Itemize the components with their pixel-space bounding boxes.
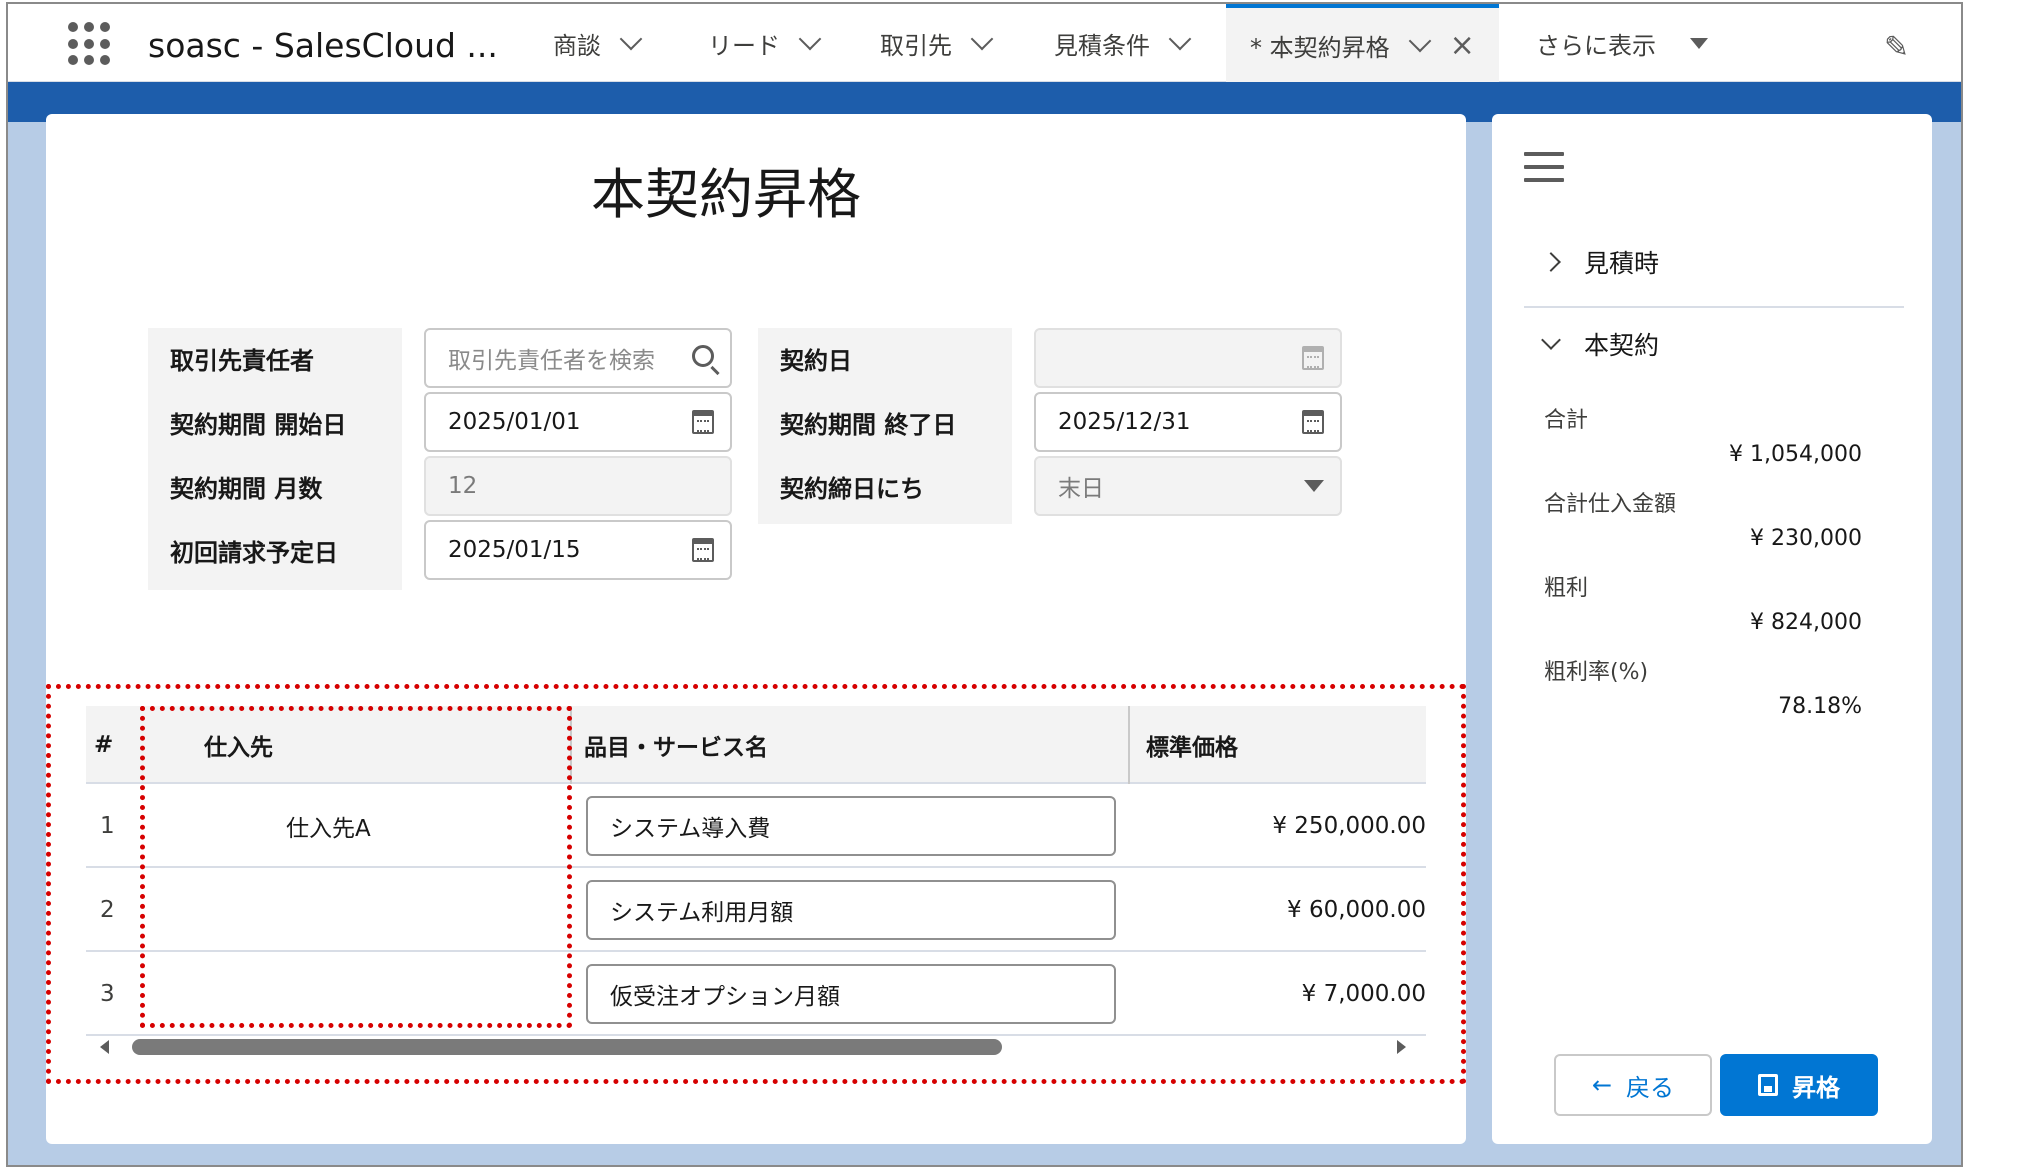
pencil-icon[interactable]: ✎ [1884, 30, 1909, 65]
months-value: 12 [448, 473, 478, 499]
tab-label: さらに表示 [1536, 31, 1656, 60]
row-number: 3 [100, 981, 115, 1007]
field-label: 契約期間 月数 [148, 456, 402, 516]
tab-contract-promotion[interactable]: * 本契約昇格 × [1226, 4, 1499, 82]
tab-opportunities[interactable]: 商談 [553, 4, 643, 82]
tab-leads[interactable]: リード [708, 4, 822, 82]
end-date-field[interactable]: 2025/12/31 [1034, 392, 1342, 452]
main-panel: 本契約昇格 取引先責任者 契約期間 開始日 契約期間 月数 初回請求予定日 取引… [46, 114, 1466, 1144]
closing-day-value: 末日 [1058, 476, 1104, 502]
tab-label: リード [708, 31, 780, 60]
contact-search-placeholder: 取引先責任者を検索 [448, 348, 655, 374]
price-cell: ¥ 60,000.00 [1287, 897, 1426, 923]
caret-down-icon[interactable] [1690, 37, 1708, 49]
item-name-input[interactable]: システム導入費 [586, 796, 1116, 856]
calendar-icon[interactable] [1302, 410, 1324, 434]
tab-more[interactable]: さらに表示 [1536, 4, 1708, 82]
tab-quote-terms[interactable]: 見積条件 [1054, 4, 1192, 82]
summary-value: ¥ 1,054,000 [1729, 442, 1862, 467]
summary-panel: 見積時 本契約 合計 ¥ 1,054,000 合計仕入金額 ¥ 230,000 … [1492, 114, 1932, 1144]
field-label: 初回請求予定日 [148, 520, 402, 580]
chevron-down-icon[interactable] [1168, 27, 1192, 51]
section-label: 本契約 [1584, 331, 1660, 360]
summary-value: ¥ 230,000 [1750, 526, 1862, 551]
summary-label: 粗利率(%) [1544, 660, 1649, 685]
app-launcher-icon[interactable] [68, 22, 112, 66]
field-label: 契約期間 開始日 [148, 392, 402, 452]
page-title: 本契約昇格 [591, 163, 861, 226]
scrollbar-thumb[interactable] [132, 1039, 1002, 1055]
chevron-right-icon [1541, 252, 1561, 272]
summary-label: 合計 [1544, 408, 1589, 433]
section-quote-toggle[interactable]: 見積時 [1541, 244, 1660, 280]
chevron-down-icon[interactable] [970, 27, 994, 51]
row-number: 2 [100, 897, 115, 923]
divider [1524, 306, 1904, 308]
field-label: 契約締日にち [758, 456, 1012, 516]
app-window: soasc - SalesCloud ... 商談 リード 取引先 見積条件 *… [6, 2, 1963, 1167]
start-date-field[interactable]: 2025/01/01 [424, 392, 732, 452]
item-name-input[interactable]: システム利用月額 [586, 880, 1116, 940]
search-icon[interactable] [692, 345, 714, 367]
menu-icon[interactable] [1524, 152, 1564, 184]
field-label: 取引先責任者 [148, 328, 402, 388]
tab-label: 見積条件 [1054, 31, 1150, 60]
tab-label: 取引先 [880, 31, 952, 60]
global-nav: soasc - SalesCloud ... 商談 リード 取引先 見積条件 *… [8, 4, 1961, 82]
chevron-down-icon[interactable] [619, 27, 643, 51]
price-cell: ¥ 7,000.00 [1301, 981, 1426, 1007]
summary-label: 合計仕入金額 [1544, 492, 1677, 517]
scroll-left-icon[interactable] [100, 1040, 109, 1054]
section-label: 見積時 [1584, 249, 1660, 278]
summary-value: 78.18% [1778, 694, 1862, 719]
first-billing-date-field[interactable]: 2025/01/15 [424, 520, 732, 580]
back-button-label: 戻る [1626, 1073, 1675, 1102]
row-number: 1 [100, 813, 115, 839]
contact-search-input[interactable]: 取引先責任者を検索 [424, 328, 732, 388]
horizontal-scrollbar[interactable] [86, 1034, 1426, 1060]
chevron-down-icon[interactable] [1408, 29, 1431, 53]
start-date-value: 2025/01/01 [448, 409, 581, 435]
arrow-left-icon: ← [1591, 1071, 1613, 1099]
save-icon [1758, 1074, 1778, 1096]
item-name-input[interactable]: 仮受注オプション月額 [586, 964, 1116, 1024]
end-date-value: 2025/12/31 [1058, 409, 1191, 435]
supplier-column-highlight [140, 706, 572, 1028]
section-contract-toggle[interactable]: 本契約 [1541, 326, 1660, 362]
col-header-item[interactable]: 品目・サービス名 [570, 706, 1128, 784]
chevron-down-icon [1541, 330, 1561, 350]
col-header-number: # [94, 732, 114, 758]
field-label: 契約日 [758, 328, 1012, 388]
first-billing-date-value: 2025/01/15 [448, 537, 581, 563]
calendar-icon [1302, 346, 1324, 370]
months-field: 12 [424, 456, 732, 516]
scroll-right-icon[interactable] [1397, 1040, 1406, 1054]
app-name: soasc - SalesCloud ... [148, 26, 498, 65]
summary-value: ¥ 824,000 [1750, 610, 1862, 635]
price-cell: ¥ 250,000.00 [1272, 813, 1426, 839]
back-button[interactable]: ← 戻る [1554, 1054, 1712, 1116]
calendar-icon[interactable] [692, 538, 714, 562]
promote-button-label: 昇格 [1792, 1073, 1840, 1102]
promote-button[interactable]: 昇格 [1720, 1054, 1878, 1116]
close-icon[interactable]: × [1450, 28, 1475, 63]
col-header-price[interactable]: 標準価格 [1128, 706, 1426, 784]
chevron-down-icon[interactable] [798, 27, 822, 51]
tab-label: * 本契約昇格 [1250, 33, 1390, 62]
tab-label: 商談 [553, 31, 601, 60]
closing-day-select[interactable]: 末日 [1034, 456, 1342, 516]
tab-accounts[interactable]: 取引先 [880, 4, 994, 82]
field-label: 契約期間 終了日 [758, 392, 1012, 452]
chevron-down-icon[interactable] [1304, 472, 1324, 492]
contract-date-field [1034, 328, 1342, 388]
calendar-icon[interactable] [692, 410, 714, 434]
summary-label: 粗利 [1544, 576, 1589, 601]
